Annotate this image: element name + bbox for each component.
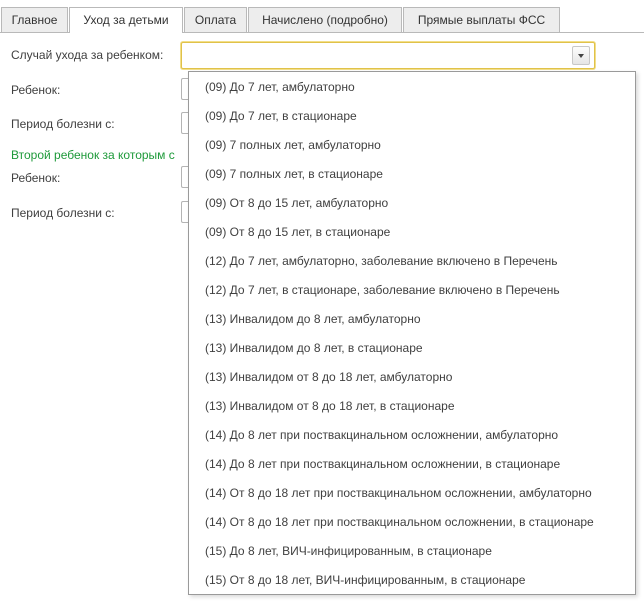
case-combobox[interactable] [181, 42, 595, 69]
tab-child-care[interactable]: Уход за детьми [69, 7, 183, 33]
list-item[interactable]: (14) От 8 до 18 лет при поствакцинальном… [205, 483, 592, 503]
tab-accrued-detailed[interactable]: Начислено (подробно) [248, 7, 402, 32]
list-item[interactable]: (09) До 7 лет, в стационаре [205, 106, 357, 126]
child-care-form: Главное Уход за детьми Оплата Начислено … [0, 0, 644, 604]
list-item[interactable]: (12) До 7 лет, амбулаторно, заболевание … [205, 251, 558, 271]
list-item[interactable]: (13) Инвалидом от 8 до 18 лет, в стацион… [205, 396, 455, 416]
list-item[interactable]: (13) Инвалидом от 8 до 18 лет, амбулатор… [205, 367, 452, 387]
list-item[interactable]: (09) 7 полных лет, в стационаре [205, 164, 383, 184]
tab-direct-payments-fss[interactable]: Прямые выплаты ФСС [403, 7, 560, 32]
child2-label: Ребенок: [11, 171, 61, 185]
list-item[interactable]: (09) До 7 лет, амбулаторно [205, 77, 355, 97]
chevron-down-icon [578, 54, 584, 58]
child-label: Ребенок: [11, 83, 61, 97]
second-child-label: Второй ребенок за которым с [11, 148, 175, 162]
period-label: Период болезни с: [11, 117, 115, 131]
list-item[interactable]: (09) 7 полных лет, амбулаторно [205, 135, 381, 155]
list-item[interactable]: (15) До 8 лет, ВИЧ-инфицированным, в ста… [205, 541, 492, 561]
case-dropdown-list: (09) До 7 лет, амбулаторно (09) До 7 лет… [188, 71, 636, 595]
tab-bar: Главное Уход за детьми Оплата Начислено … [0, 7, 644, 33]
list-item[interactable]: (14) До 8 лет при поствакцинальном ослож… [205, 425, 558, 445]
list-item[interactable]: (09) От 8 до 15 лет, в стационаре [205, 222, 390, 242]
list-item[interactable]: (15) От 8 до 18 лет, ВИЧ-инфицированным,… [205, 570, 525, 590]
list-item[interactable]: (13) Инвалидом до 8 лет, амбулаторно [205, 309, 421, 329]
list-item[interactable]: (09) От 8 до 15 лет, амбулаторно [205, 193, 388, 213]
dropdown-button[interactable] [572, 46, 590, 65]
tab-main[interactable]: Главное [1, 7, 68, 32]
list-item[interactable]: (13) Инвалидом до 8 лет, в стационаре [205, 338, 423, 358]
list-item[interactable]: (14) До 8 лет при поствакцинальном ослож… [205, 454, 560, 474]
case-label: Случай ухода за ребенком: [11, 48, 164, 62]
period2-label: Период болезни с: [11, 206, 115, 220]
list-item[interactable]: (14) От 8 до 18 лет при поствакцинальном… [205, 512, 594, 532]
tab-payment[interactable]: Оплата [184, 7, 247, 32]
list-item[interactable]: (12) До 7 лет, в стационаре, заболевание… [205, 280, 560, 300]
